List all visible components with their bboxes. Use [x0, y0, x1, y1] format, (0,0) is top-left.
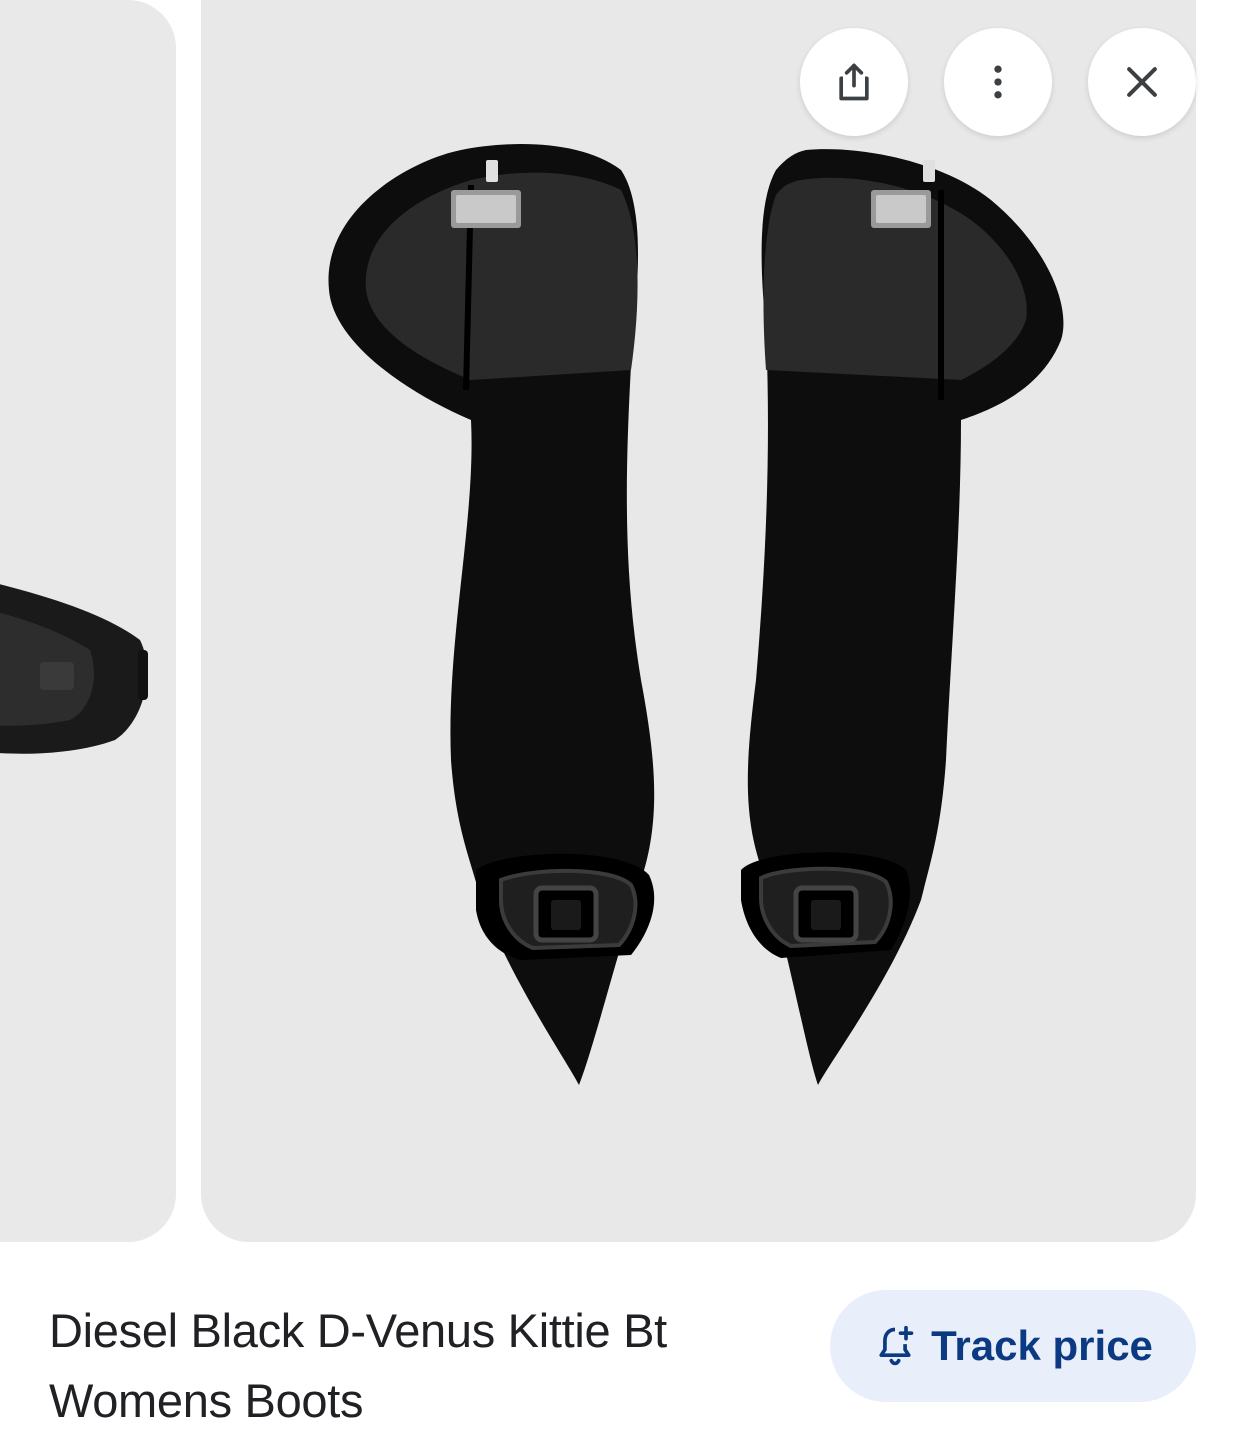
- more-options-button[interactable]: [944, 28, 1052, 136]
- left-boot: [328, 144, 655, 1086]
- main-image-card: [201, 0, 1196, 1242]
- right-boot: [741, 149, 1064, 1086]
- product-title[interactable]: Diesel Black D-Venus Kittie Bt Womens Bo…: [49, 1296, 809, 1436]
- track-price-label: Track price: [931, 1322, 1153, 1369]
- close-icon: [1127, 67, 1157, 97]
- share-icon: [839, 63, 869, 101]
- previous-image-card[interactable]: [0, 0, 176, 1242]
- previous-boot-image: [0, 584, 148, 754]
- more-vert-icon: [994, 65, 1002, 99]
- product-image: [328, 144, 1064, 1086]
- share-button[interactable]: [800, 28, 908, 136]
- bell-add-icon: [873, 1324, 917, 1368]
- track-price-button[interactable]: Track price: [830, 1290, 1196, 1402]
- close-button[interactable]: [1088, 28, 1196, 136]
- image-viewer: Diesel Black D-Venus Kittie Bt Womens Bo…: [0, 0, 1245, 1440]
